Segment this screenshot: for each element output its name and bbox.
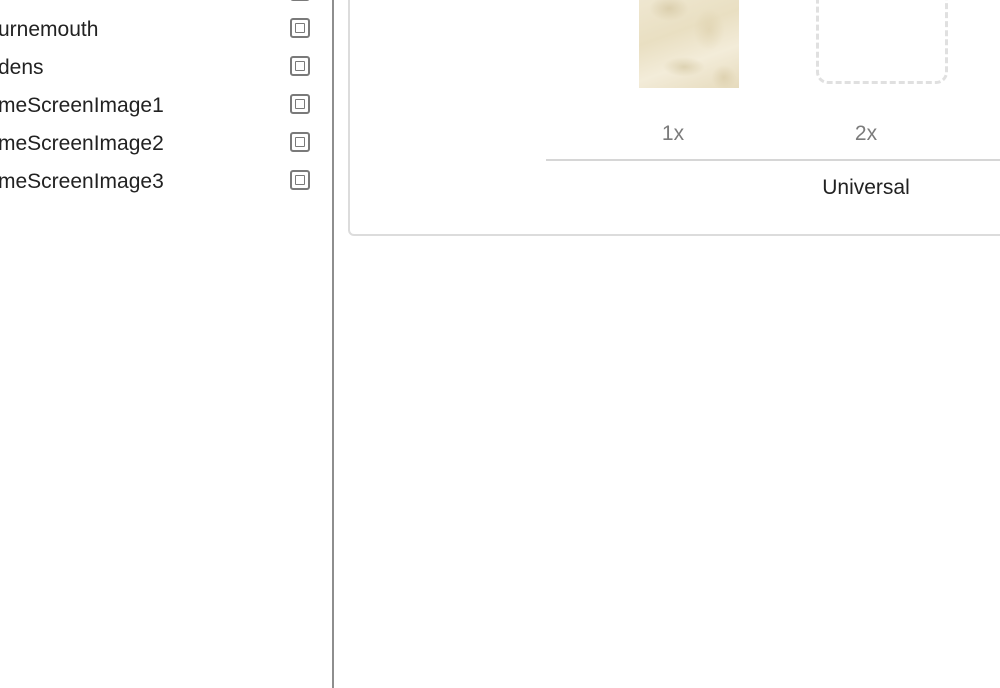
asset-name: meScreenImage2 bbox=[0, 132, 164, 155]
list-item[interactable]: meScreenImage2 bbox=[0, 125, 332, 163]
list-item[interactable]: meScreenImage3 bbox=[0, 163, 332, 201]
image-slot-2x[interactable] bbox=[816, 0, 948, 84]
scale-label-1x: 1x bbox=[661, 122, 685, 145]
image-set-icon bbox=[290, 56, 310, 76]
image-slot-1x[interactable] bbox=[639, 0, 739, 88]
list-item[interactable]: meScreenImage1 bbox=[0, 87, 332, 125]
list-item[interactable]: urnemouth bbox=[0, 11, 332, 49]
asset-catalog-window: urnemouth dens meScreenImage1 meScreenIm… bbox=[0, 0, 1000, 688]
image-set-icon bbox=[290, 0, 310, 1]
image-set-icon bbox=[290, 18, 310, 38]
asset-name: meScreenImage3 bbox=[0, 170, 164, 193]
scale-label-2x: 2x bbox=[854, 122, 878, 145]
device-group-label: Universal bbox=[822, 176, 910, 199]
list-item[interactable]: dens bbox=[0, 49, 332, 87]
image-set-icon bbox=[290, 170, 310, 190]
asset-detail-pane: 1x 2x Universal bbox=[334, 0, 1000, 688]
device-group-divider bbox=[546, 159, 1000, 161]
image-set-icon bbox=[290, 132, 310, 152]
asset-name: dens bbox=[0, 56, 44, 79]
image-set-icon bbox=[290, 94, 310, 114]
asset-name: urnemouth bbox=[0, 18, 99, 41]
asset-list: urnemouth dens meScreenImage1 meScreenIm… bbox=[0, 0, 332, 688]
asset-name: meScreenImage1 bbox=[0, 94, 164, 117]
